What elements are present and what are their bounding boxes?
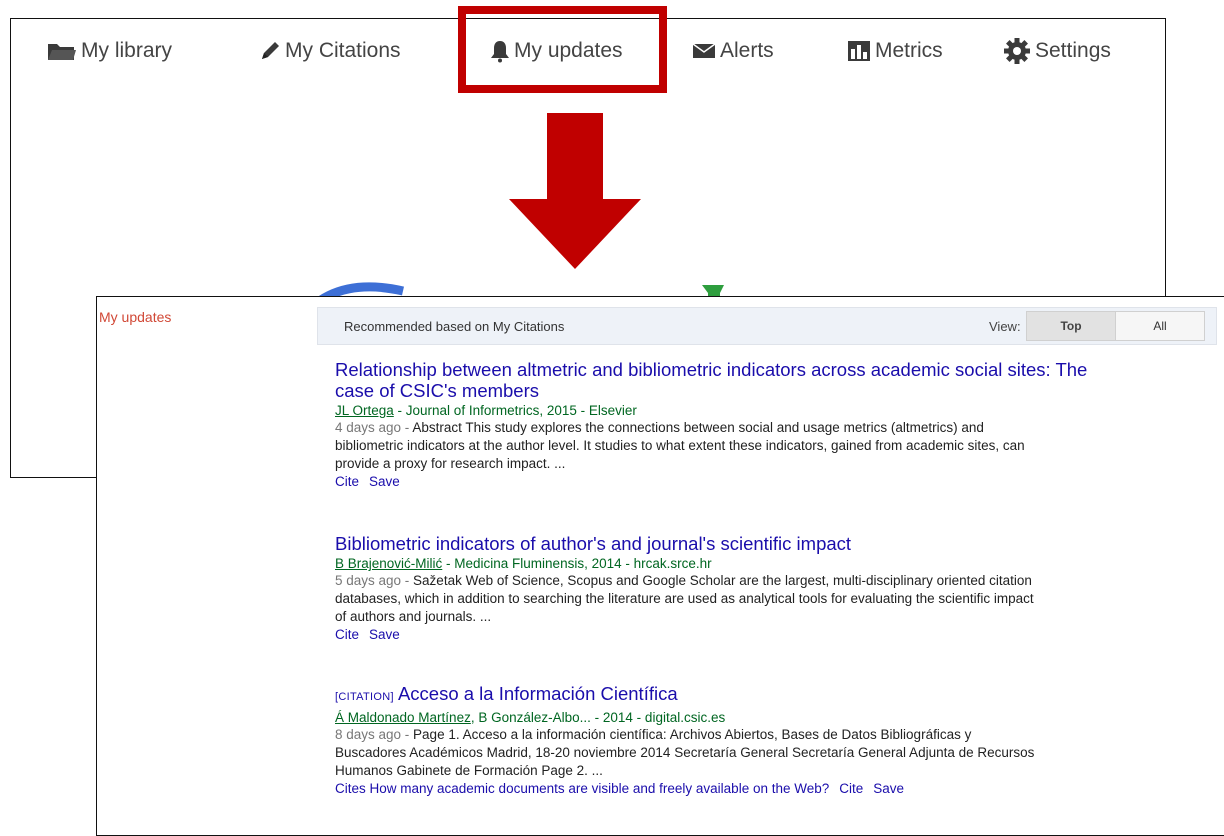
result-source: - Journal of Informetrics, 2015 - Elsevi… [393,403,637,418]
author-link[interactable]: B González-Albo... [478,710,591,725]
result-snippet: 4 days ago - Abstract This study explore… [335,419,1035,473]
result-meta: B Brajenović-Milić - Medicina Fluminensi… [335,555,1224,572]
folder-icon [48,44,76,60]
result-title-line: Acceso a la Información Científica [397,683,678,704]
envelope-icon [692,43,716,58]
nav-my-citations[interactable]: My Citations [259,37,401,65]
my-updates-side-label[interactable]: My updates [99,309,171,325]
result-title-link[interactable]: Bibliometric indicators of author's and … [335,533,1224,554]
recommendation-bar: Recommended based on My Citations View: … [317,307,1217,345]
result-snippet-text: Sažetak Web of Science, Scopus and Googl… [335,573,1034,624]
result-source: - 2014 - digital.csic.es [590,710,726,725]
nav-my-citations-label: My Citations [285,39,401,62]
result-item: Bibliometric indicators of author's and … [335,533,1224,644]
nav-alerts-label: Alerts [720,39,774,62]
cite-link[interactable]: Cite [335,474,359,489]
nav-metrics[interactable]: Metrics [847,37,943,65]
bar-chart-icon [848,41,870,61]
save-link[interactable]: Save [369,627,400,642]
result-snippet-text: Abstract This study explores the connect… [335,420,1025,471]
result-meta: Á Maldonado Martínez, B González-Albo...… [335,710,726,725]
cite-link[interactable]: Cite [335,627,359,642]
result-item: [CITATION] Acceso a la Información Cient… [335,683,1224,798]
view-label: View: [989,319,1021,334]
view-all-button[interactable]: All [1115,311,1205,341]
save-link[interactable]: Save [369,474,400,489]
result-meta: JL Ortega - Journal of Informetrics, 201… [335,402,1224,419]
result-age: 4 days ago - [335,420,413,435]
cite-link[interactable]: Cite [839,781,863,796]
my-updates-panel: My updates Recommended based on My Citat… [96,296,1224,836]
nav-settings[interactable]: Settings [1003,37,1111,65]
result-snippet: 5 days ago - Sažetak Web of Science, Sco… [335,572,1035,626]
result-snippet: 8 days ago - Page 1. Acceso a la informa… [335,726,1035,780]
nav-my-library[interactable]: My library [47,37,172,65]
result-actions: Cite Save [335,626,1224,644]
nav-settings-label: Settings [1035,39,1111,62]
result-age: 5 days ago - [335,573,414,588]
nav-metrics-label: Metrics [875,39,943,62]
nav-alerts[interactable]: Alerts [692,37,774,65]
result-title-line: Bibliometric indicators of author's and … [335,533,852,554]
result-age: 8 days ago - [335,727,414,742]
cites-link[interactable]: Cites How many academic documents are vi… [335,781,829,796]
nav-my-library-label: My library [81,39,173,62]
highlight-box [458,6,667,93]
result-source: - Medicina Fluminensis, 2014 - hrcak.src… [442,556,712,571]
save-link[interactable]: Save [873,781,904,796]
down-arrow-icon [509,113,641,269]
result-actions: Cite Save [335,473,1224,491]
result-snippet-text: Page 1. Acceso a la información científi… [335,727,1035,778]
gear-icon [1004,38,1030,64]
result-actions: Cites How many academic documents are vi… [335,780,1224,798]
author-link[interactable]: B Brajenović-Milić [335,556,442,571]
result-title-link[interactable]: [CITATION] Acceso a la Información Cient… [335,683,1224,708]
result-title-line: case of CSIC's members [335,380,540,401]
result-item: Relationship between altmetric and bibli… [335,359,1224,491]
recommendation-header: Recommended based on My Citations [344,319,565,334]
view-top-button[interactable]: Top [1026,311,1116,341]
result-title-line: Relationship between altmetric and bibli… [335,359,1088,380]
pencil-icon [262,42,279,59]
result-title-link[interactable]: Relationship between altmetric and bibli… [335,359,1224,401]
author-link[interactable]: Á Maldonado Martínez [335,710,471,725]
author-link[interactable]: JL Ortega [335,403,394,418]
citation-tag: [CITATION] [335,691,394,703]
